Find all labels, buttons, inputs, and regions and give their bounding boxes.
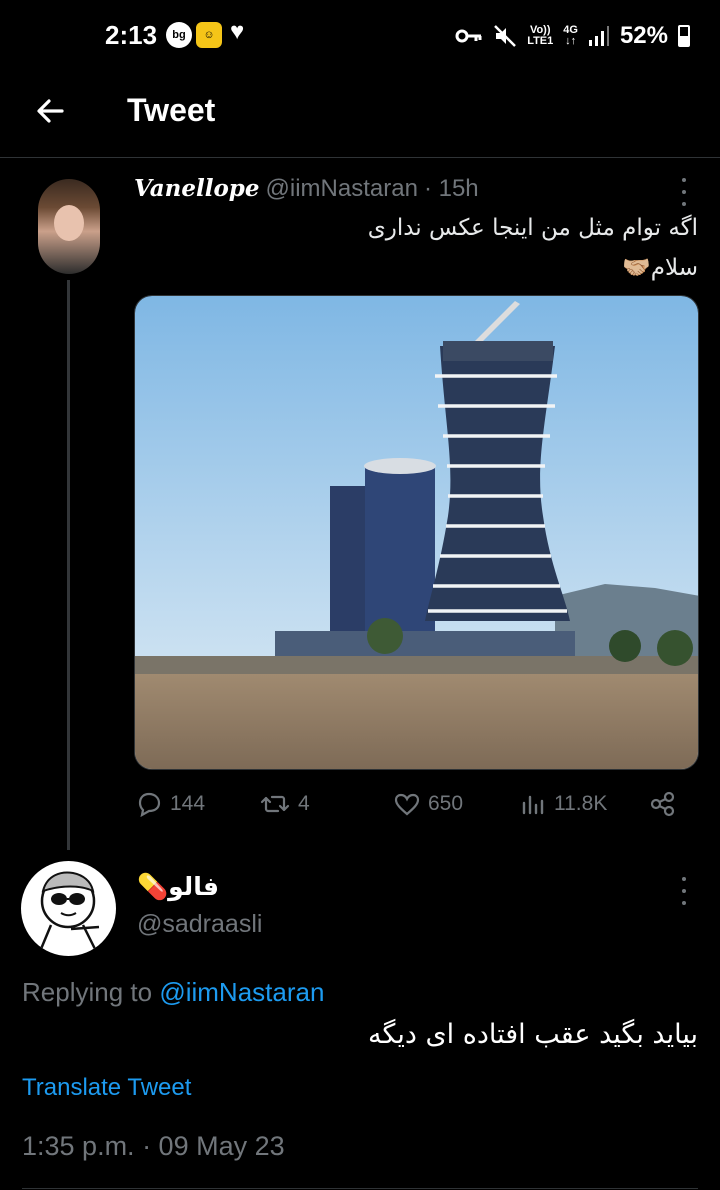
share-icon — [650, 791, 675, 817]
replying-to-mention[interactable]: @iimNastaran — [159, 977, 324, 1007]
share-action[interactable] — [648, 789, 678, 819]
tweet-text: اگه توام مثل من اینجا عکس نداری سلام🤝🏼 — [138, 208, 698, 288]
reply-more-options-icon[interactable] — [680, 877, 688, 905]
reply-timestamp: 1:35 p.m. · 09 May 23 — [22, 1131, 285, 1161]
page-title: Tweet — [127, 92, 216, 128]
tweet-media-image[interactable] — [134, 295, 699, 770]
author-avatar[interactable] — [38, 179, 100, 274]
replying-to-label: Replying to — [22, 977, 153, 1007]
retweet-icon — [260, 795, 290, 813]
back-button[interactable] — [30, 92, 70, 132]
tweet-action-bar: 144 4 650 11.8K — [134, 785, 694, 825]
notification-app-icon: ☺ — [196, 22, 222, 48]
reply-author-avatar[interactable] — [21, 861, 116, 956]
status-time: 2:13 — [105, 20, 158, 50]
author-handle[interactable]: @iimNastaran — [266, 175, 418, 203]
tweet-time: · 15h — [423, 175, 479, 202]
battery-percent: 52% — [619, 22, 668, 49]
thread-connector-line — [67, 280, 70, 850]
notification-bg-icon: bg — [166, 22, 192, 48]
tweet-author-row: Vanellope @iimNastaran · 15h — [134, 175, 479, 203]
status-right-group: Vo)) LTE1 4G ↓↑ 52% — [455, 20, 690, 52]
cartoon-avatar-icon — [39, 871, 100, 950]
top-app-bar: Tweet — [0, 72, 720, 158]
reply-count: 144 — [170, 792, 206, 815]
tweet-text-line-2: سلام🤝🏼 — [622, 255, 698, 281]
reply-author-handle[interactable]: @sadraasli — [137, 910, 262, 939]
status-bar: 2:13 bg ☺ ♥ Vo)) LTE1 4G ↓↑ 52% — [0, 0, 720, 72]
mute-icon — [494, 25, 517, 47]
like-action[interactable]: 650 — [392, 789, 463, 819]
arrow-left-icon — [37, 99, 64, 123]
reply-author-display-name[interactable]: فالو💊 — [137, 872, 219, 902]
views-action[interactable]: 11.8K — [520, 789, 607, 819]
avatar-face — [54, 205, 84, 241]
volte-indicator: Vo)) LTE1 — [527, 24, 554, 47]
more-options-icon[interactable] — [680, 178, 688, 206]
reply-action[interactable]: 144 — [134, 789, 205, 819]
views-count: 11.8K — [554, 792, 608, 815]
battery-icon — [678, 25, 690, 47]
retweet-count: 4 — [298, 792, 310, 815]
network-type: 4G ↓↑ — [563, 24, 578, 47]
reply-tweet-text: بیاید بگید عقب افتاده ای دیگه — [367, 1019, 698, 1050]
signal-icon — [588, 26, 609, 46]
like-count: 650 — [428, 792, 464, 815]
author-display-name[interactable]: Vanellope — [134, 175, 260, 202]
heart-notification-icon: ♥ — [230, 18, 245, 45]
comment-icon — [138, 792, 161, 818]
divider — [22, 1188, 698, 1189]
replying-to-line: Replying to @iimNastaran — [22, 977, 324, 1008]
translate-tweet-link[interactable]: Translate Tweet — [22, 1074, 191, 1102]
tower-photo — [135, 296, 698, 769]
heart-icon — [394, 793, 420, 816]
retweet-action[interactable]: 4 — [258, 789, 310, 819]
key-icon — [455, 29, 482, 43]
views-icon — [522, 795, 544, 815]
tweet-text-line-1: اگه توام مثل من اینجا عکس نداری — [367, 215, 698, 241]
